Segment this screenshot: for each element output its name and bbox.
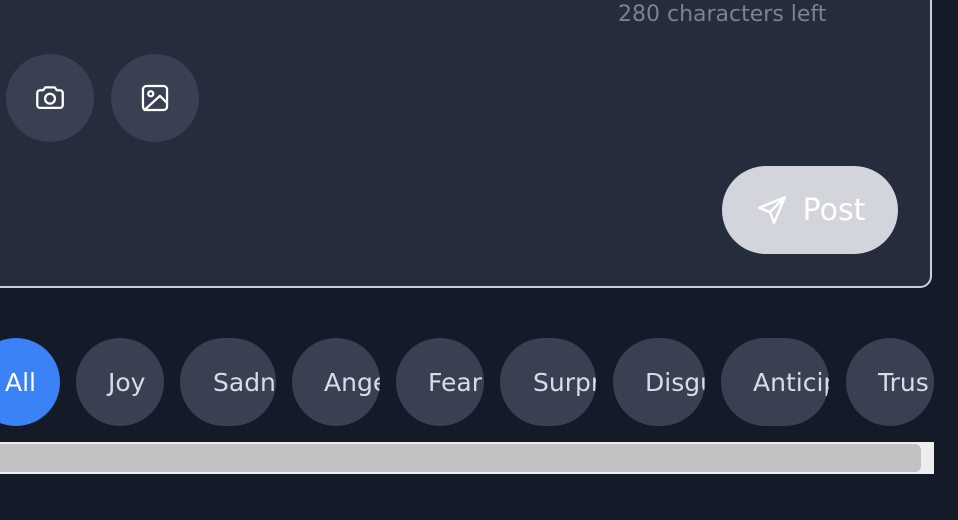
filter-chip-label: Disgus <box>645 367 705 397</box>
filter-chip-label: Surpri <box>533 367 596 397</box>
filter-chip-disgust[interactable]: Disgus <box>613 338 705 426</box>
send-icon <box>757 196 786 224</box>
filter-chip-label: Trus <box>878 367 929 397</box>
post-button[interactable]: Post <box>722 166 898 254</box>
filter-chip-fear[interactable]: Fear <box>396 338 484 426</box>
filter-chip-surprise[interactable]: Surpri <box>500 338 596 426</box>
filter-chip-joy[interactable]: Joy <box>76 338 164 426</box>
filter-chip-sadness[interactable]: Sadne <box>180 338 276 426</box>
filter-chip-label: Joy <box>108 367 146 397</box>
image-button[interactable] <box>111 54 199 142</box>
filter-chip-label: Angei <box>324 367 380 397</box>
filter-chip-label: Sadne <box>213 367 276 397</box>
image-icon <box>141 84 169 112</box>
filter-chip-trust[interactable]: Trus <box>846 338 934 426</box>
horizontal-scrollbar[interactable] <box>0 442 934 474</box>
filter-chip-label: Anticip <box>753 367 829 397</box>
filter-chip-label: Fear <box>428 367 482 397</box>
scrollbar-thumb[interactable] <box>0 444 921 472</box>
page: 280 characters left Post All Joy Sadne A… <box>0 0 958 520</box>
filter-chip-anger[interactable]: Angei <box>292 338 380 426</box>
filter-chip-all[interactable]: All <box>0 338 60 426</box>
camera-button[interactable] <box>6 54 94 142</box>
post-button-label: Post <box>802 192 866 228</box>
camera-icon <box>36 86 64 110</box>
filter-chip-label: All <box>5 367 36 397</box>
character-counter: 280 characters left <box>618 2 827 27</box>
filter-chip-anticipation[interactable]: Anticip <box>721 338 829 426</box>
